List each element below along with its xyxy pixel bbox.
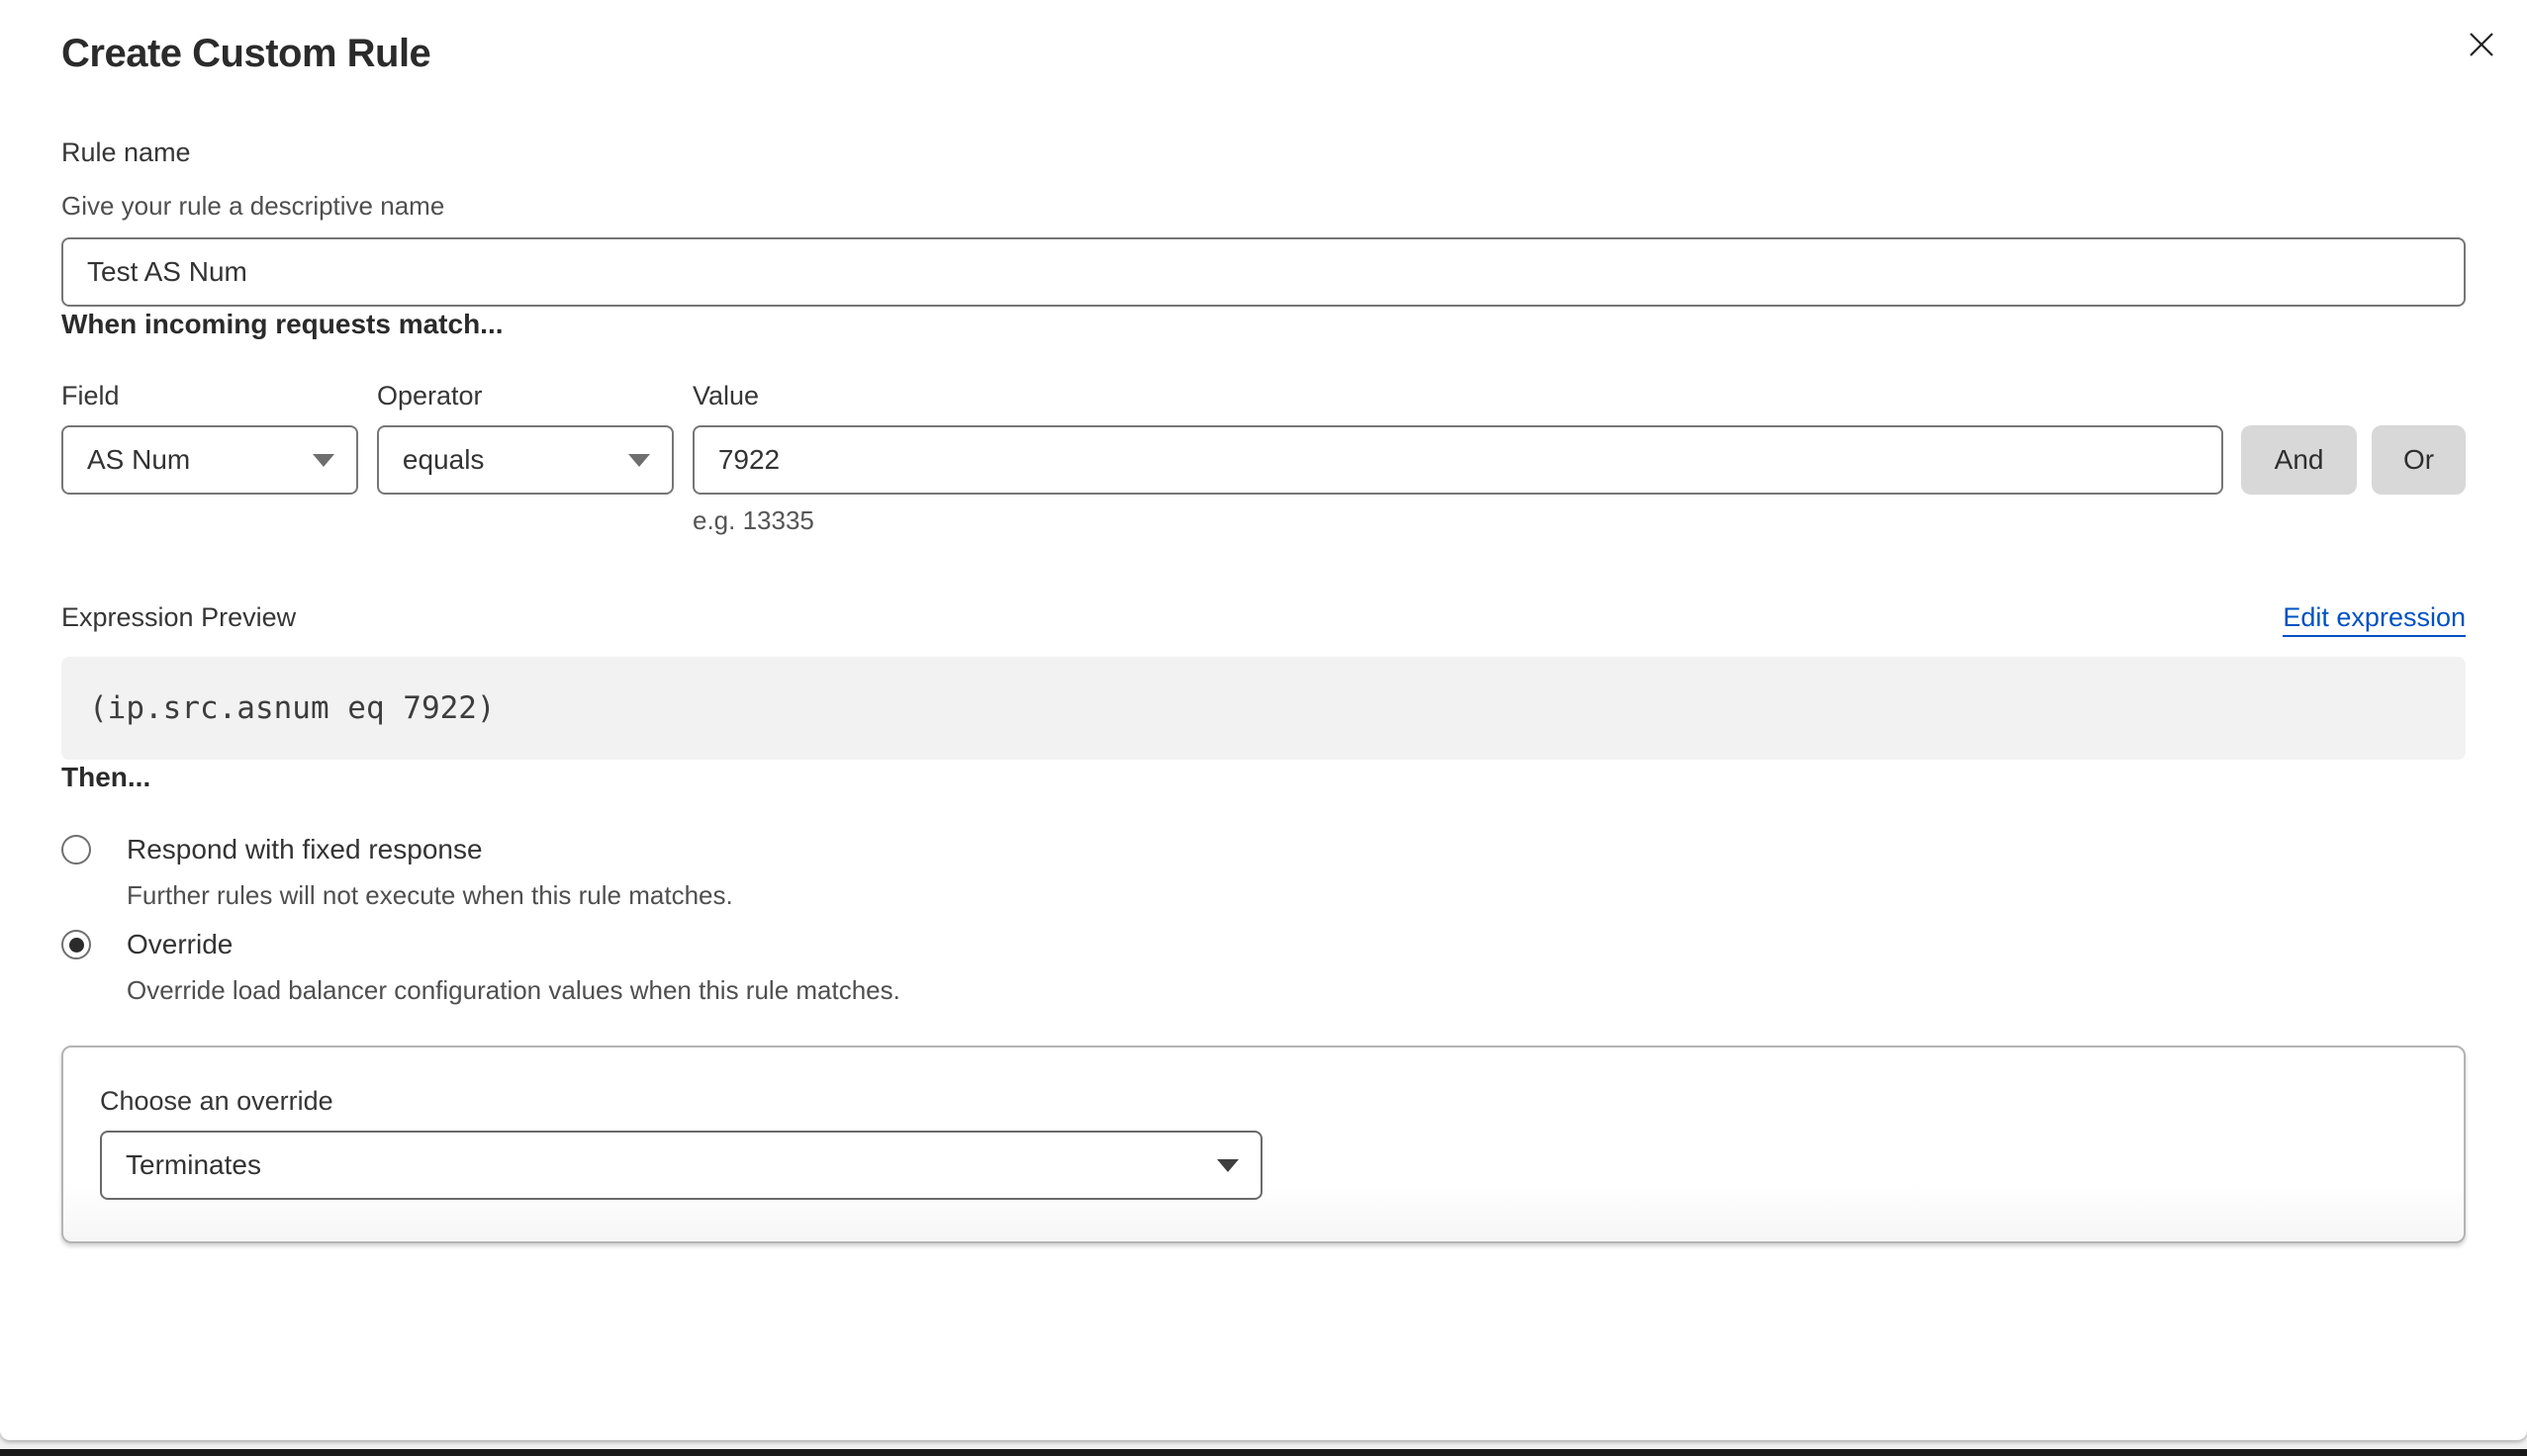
radio-override-helper: Override load balancer configuration val… — [127, 974, 2466, 1006]
field-select[interactable]: AS Num — [61, 425, 358, 495]
override-select-value: Terminates — [126, 1149, 261, 1181]
radio-respond-label[interactable]: Respond with fixed response — [127, 834, 483, 865]
operator-label: Operator — [377, 380, 693, 411]
match-heading: When incoming requests match... — [61, 307, 2466, 342]
rule-name-helper: Give your rule a descriptive name — [61, 190, 2466, 222]
rule-name-label: Rule name — [61, 136, 2466, 168]
radio-override[interactable] — [61, 930, 91, 959]
operator-select-value: equals — [403, 444, 485, 476]
then-heading: Then... — [61, 760, 2466, 795]
chevron-down-icon — [313, 454, 334, 467]
override-label: Choose an override — [100, 1085, 2427, 1117]
override-select[interactable]: Terminates — [100, 1131, 1263, 1200]
page-bottom-strip — [0, 1449, 2527, 1456]
radio-override-label[interactable]: Override — [127, 929, 233, 960]
edit-expression-link[interactable]: Edit expression — [2283, 602, 2466, 637]
expression-code: (ip.src.asnum eq 7922) — [89, 690, 496, 726]
chevron-down-icon — [628, 454, 650, 467]
rule-name-input[interactable] — [61, 237, 2466, 307]
expression-code-block: (ip.src.asnum eq 7922) — [61, 657, 2466, 760]
operator-select[interactable]: equals — [377, 425, 674, 495]
and-button[interactable]: And — [2241, 425, 2357, 495]
value-label: Value — [693, 380, 759, 411]
dialog-title: Create Custom Rule — [61, 0, 2466, 77]
override-panel: Choose an override Terminates — [61, 1046, 2466, 1243]
field-label: Field — [61, 380, 377, 411]
field-select-value: AS Num — [87, 444, 190, 476]
radio-respond-helper: Further rules will not execute when this… — [127, 879, 2466, 911]
value-hint: e.g. 13335 — [693, 504, 2466, 536]
create-custom-rule-dialog: Create Custom Rule Rule name Give your r… — [0, 0, 2527, 1440]
expression-preview-label: Expression Preview — [61, 601, 296, 633]
or-button[interactable]: Or — [2372, 425, 2466, 495]
radio-respond-fixed-response[interactable] — [61, 835, 91, 864]
chevron-down-icon — [1217, 1159, 1239, 1172]
value-input[interactable] — [693, 425, 2223, 495]
